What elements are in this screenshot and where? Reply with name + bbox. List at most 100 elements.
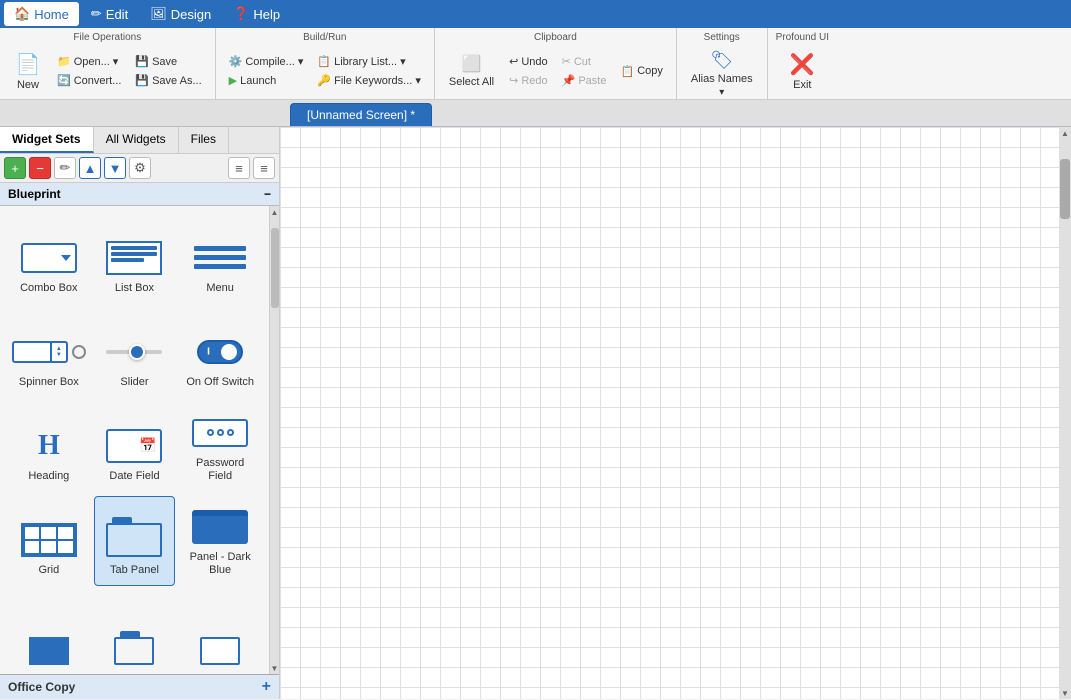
menu-label: Menu [206, 282, 234, 295]
launch-button[interactable]: ▶ Launch [224, 72, 309, 89]
save-icon: 💾 [135, 55, 149, 68]
edit-widget-set-button[interactable]: ✏ [54, 157, 76, 179]
undo-button[interactable]: ↩ Undo [504, 53, 553, 70]
cut-button[interactable]: ✂ Cut [557, 53, 612, 70]
widget-date-field[interactable]: 📅 Date Field [94, 402, 176, 492]
convert-icon: 🔄 [57, 74, 71, 87]
canvas-area[interactable]: ▲ ▼ [280, 127, 1071, 699]
tab-widget-sets[interactable]: Widget Sets [0, 127, 94, 153]
convert-button[interactable]: 🔄 Convert... [52, 72, 126, 89]
redo-label: Redo [521, 75, 547, 87]
remove-widget-set-button[interactable]: − [29, 157, 51, 179]
tab-files[interactable]: Files [179, 127, 229, 153]
widget-partial-3[interactable] [179, 590, 261, 674]
move-up-button[interactable]: ▲ [79, 157, 101, 179]
tab-all-widgets[interactable]: All Widgets [94, 127, 179, 153]
widget-on-off-switch[interactable]: On Off Switch [179, 308, 261, 398]
scroll-up-arrow[interactable]: ▲ [270, 206, 279, 218]
bottom-section-header: Office Copy + [0, 674, 279, 699]
file-ops-col2: 📁 Open... ▾ 🔄 Convert... [52, 53, 126, 89]
left-panel: Widget Sets All Widgets Files + − ✏ ▲ ▼ … [0, 127, 280, 699]
paste-label: Paste [578, 75, 606, 87]
add-section-button[interactable]: + [262, 678, 271, 696]
compile-button[interactable]: ⚙️ Compile... ▾ [224, 53, 309, 70]
canvas-scroll-up[interactable]: ▲ [1059, 127, 1071, 139]
heading-icon: H [19, 426, 79, 466]
partial-1-icon [19, 631, 79, 671]
select-all-button[interactable]: ⬜ Select All [443, 51, 500, 91]
widget-partial-1[interactable] [8, 590, 90, 674]
widget-menu[interactable]: Menu [179, 214, 261, 304]
widget-spinner-box[interactable]: ▲ ▼ Spinner Box [8, 308, 90, 398]
canvas-scroll-down[interactable]: ▼ [1059, 687, 1071, 699]
password-field-label: Password Field [184, 457, 256, 483]
alias-names-button[interactable]: 🏷 Alias Names ▾ [685, 47, 759, 101]
canvas-scroll-thumb[interactable] [1060, 159, 1070, 219]
copy-button[interactable]: 📋 Copy [615, 63, 667, 80]
clipboard-buttons: ⬜ Select All ↩ Undo ↪ Redo ✂ Cut [443, 47, 668, 95]
exit-button[interactable]: ❌ Exit [782, 49, 822, 94]
widget-area: Combo Box List Box [0, 206, 279, 674]
widget-list-box[interactable]: List Box [94, 214, 176, 304]
scroll-down-arrow[interactable]: ▼ [270, 662, 279, 674]
clipboard-col4: 📋 Copy [615, 63, 667, 80]
menu-help[interactable]: ❓ Help [223, 2, 290, 26]
on-off-switch-icon [190, 332, 250, 372]
toolbar-settings: Settings 🏷 Alias Names ▾ [677, 28, 768, 99]
widget-partial-2[interactable] [94, 590, 176, 674]
redo-button[interactable]: ↪ Redo [504, 72, 553, 89]
save-as-button[interactable]: 💾 Save As... [130, 72, 206, 89]
menu-edit[interactable]: ✏ Edit [81, 2, 138, 26]
blueprint-collapse-button[interactable]: − [264, 187, 271, 201]
settings-button[interactable]: ⚙ [129, 157, 151, 179]
export1-button[interactable]: ≡ [228, 157, 250, 179]
select-all-icon: ⬜ [462, 54, 482, 74]
new-button[interactable]: 📄 New [8, 49, 48, 94]
canvas-scrollbar-v[interactable]: ▲ ▼ [1059, 127, 1071, 699]
move-down-button[interactable]: ▼ [104, 157, 126, 179]
home-icon: 🏠 [14, 6, 30, 22]
widget-slider[interactable]: Slider [94, 308, 176, 398]
file-keywords-button[interactable]: 🔑 File Keywords... ▾ [312, 72, 425, 89]
menu-design[interactable]: 🖼 Design [140, 2, 221, 26]
heading-label: Heading [28, 470, 69, 483]
tab-unnamed-screen[interactable]: [Unnamed Screen] * [290, 103, 432, 126]
spinner-box-icon: ▲ ▼ [19, 332, 79, 372]
widget-password-field[interactable]: Password Field [179, 402, 261, 492]
save-as-label: Save As... [152, 75, 202, 87]
library-list-label: Library List... [334, 56, 397, 68]
blueprint-title: Blueprint [8, 187, 61, 201]
select-all-label: Select All [449, 76, 494, 88]
widget-panel-dark-blue[interactable]: Panel - Dark Blue [179, 496, 261, 586]
widget-heading[interactable]: H Heading [8, 402, 90, 492]
add-widget-set-button[interactable]: + [4, 157, 26, 179]
help-icon: ❓ [233, 6, 249, 22]
widget-grid[interactable]: Grid [8, 496, 90, 586]
paste-button[interactable]: 📌 Paste [557, 72, 612, 89]
panel-scrollbar[interactable]: ▲ ▼ [269, 206, 279, 674]
compile-icon: ⚙️ [229, 55, 243, 68]
list-box-icon [104, 238, 164, 278]
file-ops-col1: 📄 New [8, 49, 48, 94]
export2-button[interactable]: ≡ [253, 157, 275, 179]
toolbar-clipboard: Clipboard ⬜ Select All ↩ Undo ↪ Redo [435, 28, 677, 99]
save-button[interactable]: 💾 Save [130, 53, 206, 70]
slider-label: Slider [120, 376, 148, 389]
exit-icon: ❌ [790, 52, 815, 77]
library-list-button[interactable]: 📋 Library List... ▾ [312, 53, 425, 70]
scroll-thumb[interactable] [271, 228, 279, 308]
settings-title: Settings [704, 32, 740, 43]
open-button[interactable]: 📁 Open... ▾ [52, 53, 126, 70]
combo-box-icon [19, 238, 79, 278]
widget-grid: Combo Box List Box [0, 206, 269, 674]
date-field-label: Date Field [109, 470, 159, 483]
widget-tab-panel[interactable]: Tab Panel [94, 496, 176, 586]
password-field-icon [190, 413, 250, 453]
open-icon: 📁 [57, 55, 71, 68]
save-as-icon: 💾 [135, 74, 149, 87]
widget-combo-box[interactable]: Combo Box [8, 214, 90, 304]
cut-icon: ✂ [562, 55, 571, 68]
menu-home[interactable]: 🏠 Home [4, 2, 79, 26]
profound-ui-title: Profound UI [776, 32, 829, 43]
undo-label: Undo [521, 56, 547, 68]
